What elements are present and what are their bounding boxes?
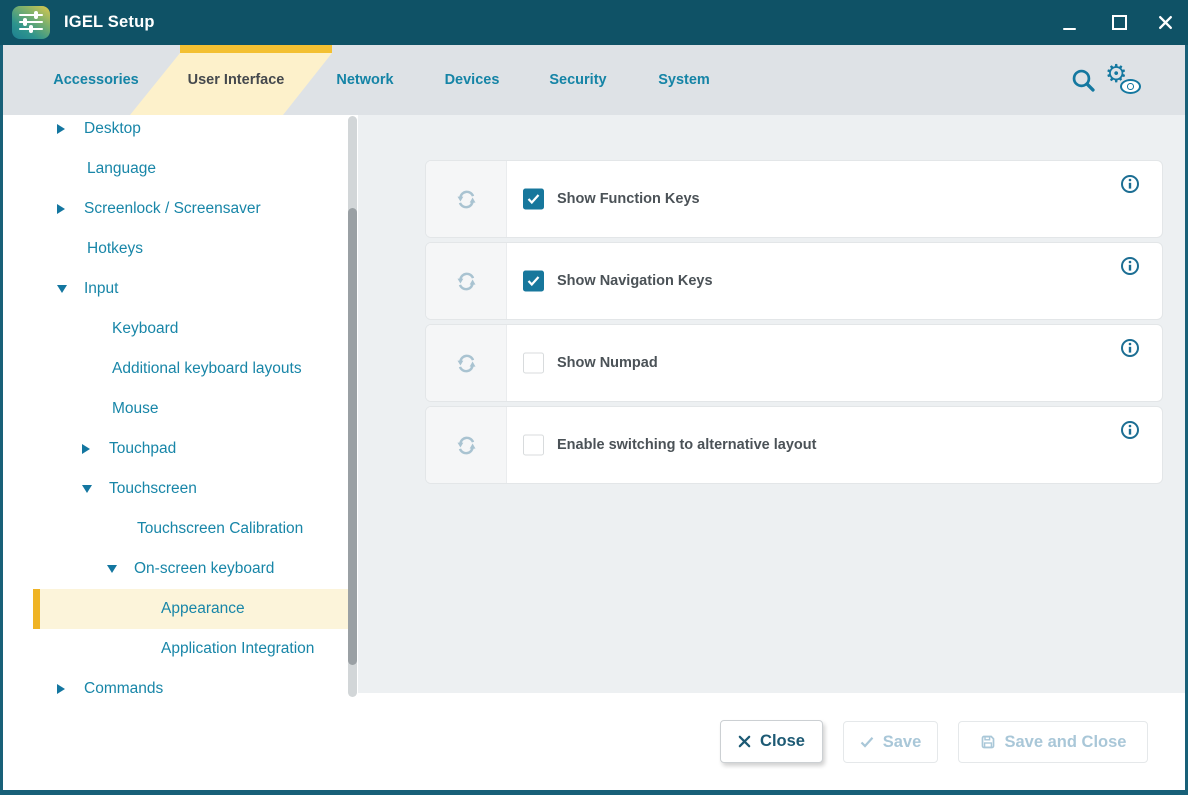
info-icon[interactable]: [1120, 420, 1140, 440]
checkbox-enable-switching-alternative-layout[interactable]: [523, 435, 544, 456]
chevron-down-icon: [57, 285, 67, 293]
title-bar: IGEL Setup: [0, 0, 1188, 45]
chevron-down-icon: [107, 565, 117, 573]
close-button[interactable]: Close: [720, 720, 823, 763]
tree-item-application-integration[interactable]: Application Integration: [3, 629, 348, 669]
tree-item-touchpad[interactable]: Touchpad: [3, 429, 348, 469]
tree-item-screenlock[interactable]: Screenlock / Screensaver: [3, 189, 348, 229]
settings-panel: Show Function Keys Show Nav: [358, 115, 1185, 693]
save-button[interactable]: Save: [843, 721, 938, 763]
window-title: IGEL Setup: [64, 0, 155, 45]
setting-label: Show Navigation Keys: [557, 273, 713, 289]
tree-item-hotkeys[interactable]: Hotkeys: [3, 229, 348, 269]
reset-sync-icon: [453, 186, 480, 213]
close-window-button[interactable]: [1152, 9, 1178, 35]
igel-setup-window: IGEL Setup Accessories User Interface Ne…: [0, 0, 1188, 795]
content-area: Desktop Language Screenlock / Screensave…: [3, 115, 1185, 790]
tab-network[interactable]: Network: [336, 45, 393, 115]
eye-icon: [1120, 79, 1141, 94]
tab-system[interactable]: System: [658, 45, 710, 115]
save-button-label: Save: [883, 733, 922, 752]
close-button-label: Close: [760, 732, 805, 751]
tree-item-desktop[interactable]: Desktop: [3, 109, 348, 149]
tab-accessories[interactable]: Accessories: [53, 45, 138, 115]
setting-card: Enable switching to alternative layout: [425, 406, 1163, 484]
tree-item-language[interactable]: Language: [3, 149, 348, 189]
tab-devices[interactable]: Devices: [445, 45, 500, 115]
check-icon: [860, 736, 874, 748]
chevron-right-icon: [57, 204, 67, 214]
chevron-down-icon: [82, 485, 92, 493]
settings-visibility-icon[interactable]: ⚙: [1107, 45, 1141, 115]
reset-to-default-button[interactable]: [426, 325, 507, 401]
checkbox-show-function-keys[interactable]: [523, 189, 544, 210]
reset-to-default-button[interactable]: [426, 161, 507, 237]
tree-item-keyboard[interactable]: Keyboard: [3, 309, 348, 349]
reset-to-default-button[interactable]: [426, 407, 507, 483]
tree-item-mouse[interactable]: Mouse: [3, 389, 348, 429]
tree-item-appearance[interactable]: Appearance: [3, 589, 348, 629]
setting-label: Show Function Keys: [557, 191, 700, 207]
sidebar-scrollbar-thumb[interactable]: [348, 208, 357, 665]
floppy-disk-icon: [980, 734, 996, 750]
setting-label: Enable switching to alternative layout: [557, 437, 816, 453]
setting-label: Show Numpad: [557, 355, 658, 371]
chevron-right-icon: [57, 684, 67, 694]
reset-sync-icon: [453, 350, 480, 377]
checkbox-show-navigation-keys[interactable]: [523, 271, 544, 292]
tree-item-on-screen-keyboard[interactable]: On-screen keyboard: [3, 549, 348, 589]
setting-card: Show Numpad: [425, 324, 1163, 402]
info-icon[interactable]: [1120, 256, 1140, 276]
checkbox-show-numpad[interactable]: [523, 353, 544, 374]
app-logo-icon: [12, 6, 50, 39]
info-icon[interactable]: [1120, 338, 1140, 358]
maximize-button[interactable]: [1106, 9, 1132, 35]
tab-bar: Accessories User Interface Network Devic…: [3, 45, 1185, 115]
reset-sync-icon: [453, 268, 480, 295]
tree-item-input[interactable]: Input: [3, 269, 348, 309]
save-and-close-button-label: Save and Close: [1005, 733, 1127, 752]
save-and-close-button[interactable]: Save and Close: [958, 721, 1148, 763]
tree-item-touchscreen[interactable]: Touchscreen: [3, 469, 348, 509]
setting-card: Show Navigation Keys: [425, 242, 1163, 320]
setting-card: Show Function Keys: [425, 160, 1163, 238]
tab-user-interface[interactable]: User Interface: [188, 45, 285, 115]
tree-item-commands[interactable]: Commands: [3, 669, 348, 709]
reset-sync-icon: [453, 432, 480, 459]
search-icon[interactable]: [1070, 45, 1097, 115]
tree-item-touchscreen-calibration[interactable]: Touchscreen Calibration: [3, 509, 348, 549]
tree-item-additional-keyboard-layouts[interactable]: Additional keyboard layouts: [3, 349, 348, 389]
tab-security[interactable]: Security: [549, 45, 606, 115]
reset-to-default-button[interactable]: [426, 243, 507, 319]
settings-tree: Desktop Language Screenlock / Screensave…: [3, 109, 348, 709]
chevron-right-icon: [82, 444, 92, 454]
minimize-button[interactable]: [1056, 9, 1082, 35]
close-x-icon: [738, 735, 751, 748]
chevron-right-icon: [57, 124, 67, 134]
info-icon[interactable]: [1120, 174, 1140, 194]
